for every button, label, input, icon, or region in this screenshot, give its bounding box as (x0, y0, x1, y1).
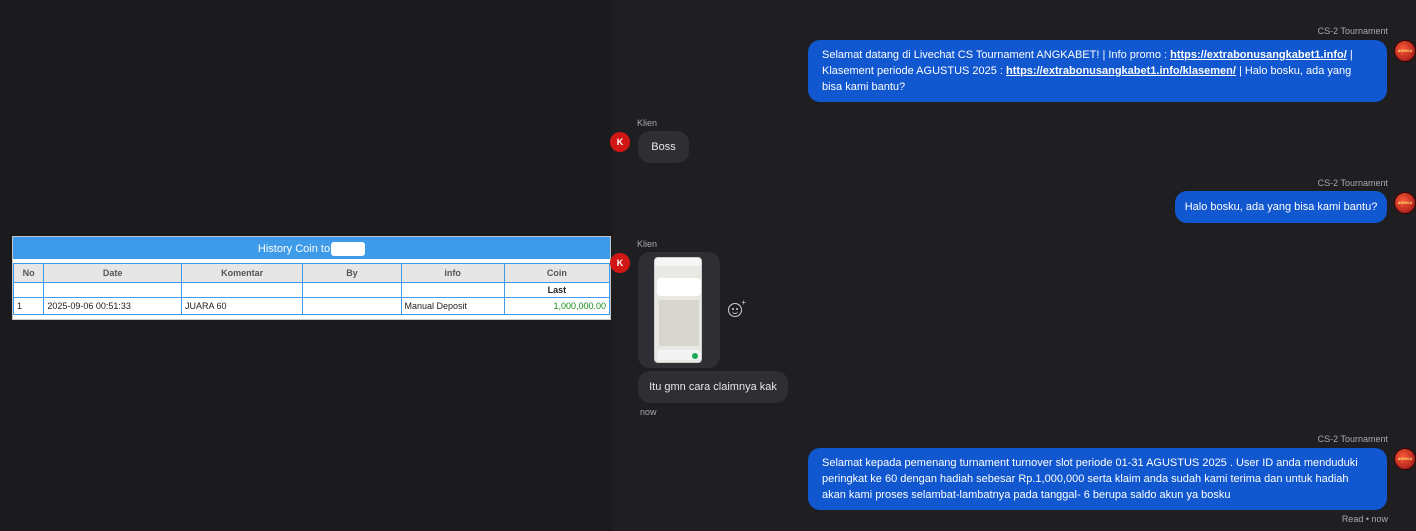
klasemen-link[interactable]: https://extrabonusangkabet1.info/klaseme… (1006, 65, 1236, 77)
cs-sender-label: CS-2 Tournament (1317, 434, 1388, 444)
cs-sender-label: CS-2 Tournament (1317, 178, 1388, 188)
cs-winner-message: Selamat kepada pemenang turnament turnov… (808, 448, 1387, 510)
table-row: 1 2025-09-06 00:51:33 JUARA 60 Manual De… (13, 297, 610, 315)
client-avatar: K (610, 253, 630, 273)
cell-no: 1 (13, 297, 45, 315)
col-header-komentar: Komentar (180, 263, 304, 283)
history-title-bar: History Coin to (13, 237, 610, 259)
cs-welcome-message: Selamat datang di Livechat CS Tournament… (808, 40, 1387, 102)
subheader-last: Last (503, 282, 610, 298)
col-header-date: Date (43, 263, 182, 283)
col-header-coin: Coin (503, 263, 610, 283)
cs-avatar: ANGKA (1394, 40, 1416, 62)
add-reaction-icon[interactable]: + (728, 299, 746, 317)
read-status: Read • now (1341, 514, 1388, 524)
col-header-no: No (13, 263, 45, 283)
cs-avatar: ANGKA (1394, 448, 1416, 470)
cell-coin: 1,000,000.00 (503, 297, 610, 315)
history-table: No Date Komentar By info Coin Last 1 202… (13, 263, 610, 315)
cell-date: 2025-09-06 00:51:33 (43, 297, 182, 315)
table-header-row: No Date Komentar By info Coin (13, 263, 610, 283)
screenshot-thumbnail[interactable] (654, 257, 702, 363)
col-header-info: info (400, 263, 505, 283)
client-message: Itu gmn cara claimnya kak (638, 371, 788, 403)
cs-greeting-message: Halo bosku, ada yang bisa kami bantu? (1175, 191, 1387, 223)
cs-sender-label: CS-2 Tournament (1317, 26, 1388, 36)
history-title: History Coin to (257, 243, 331, 255)
cell-by (302, 297, 402, 315)
message-time: now (640, 407, 657, 417)
table-subheader-row: Last (13, 282, 610, 298)
promo-link[interactable]: https://extrabonusangkabet1.info/ (1170, 49, 1347, 61)
cell-info: Manual Deposit (400, 297, 505, 315)
redacted-username (331, 242, 366, 257)
client-message: Boss (638, 131, 689, 163)
client-sender-label: Klien (637, 239, 658, 249)
client-sender-label: Klien (637, 118, 658, 128)
col-header-by: By (302, 263, 402, 283)
cell-komentar: JUARA 60 (180, 297, 304, 315)
history-coin-image: History Coin to No Date Komentar By info… (12, 236, 611, 320)
client-avatar: K (610, 132, 630, 152)
cs-avatar: ANGKA (1394, 192, 1416, 214)
left-pane: History Coin to No Date Komentar By info… (0, 0, 612, 531)
